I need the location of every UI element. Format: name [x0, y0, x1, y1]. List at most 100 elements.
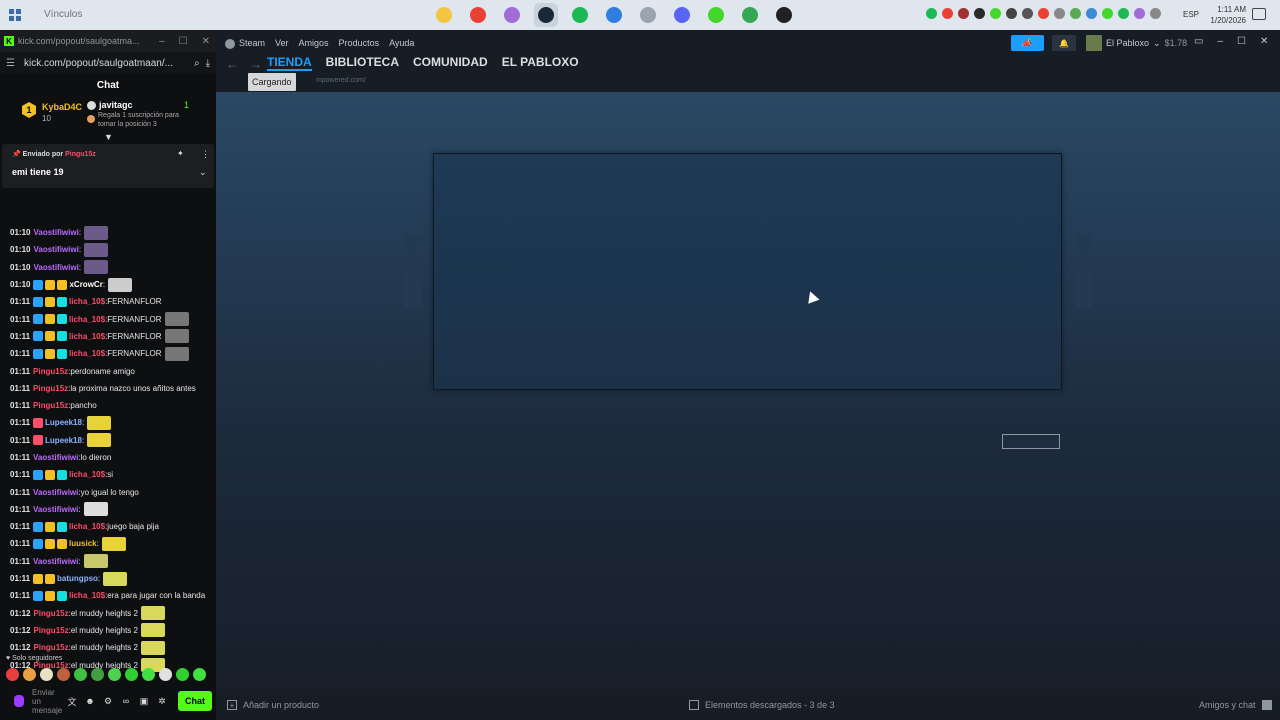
chrome-icon[interactable] [466, 3, 490, 27]
menu-steam[interactable]: Steam [225, 38, 265, 49]
chat-message[interactable]: 01:11 licha_10$: FERNANFLOR [0, 328, 216, 345]
quick-emote-icon[interactable] [23, 668, 36, 681]
chat-message[interactable]: 01:11 licha_10$: si [0, 466, 216, 483]
message-username[interactable]: Vaostifiwiwi [33, 245, 78, 254]
account-menu[interactable]: El Pabloxo ⌄ $1.78 [1086, 35, 1187, 51]
tray-icon[interactable] [1086, 8, 1097, 19]
emote-icon[interactable] [140, 640, 165, 655]
quick-emote-icon[interactable] [193, 668, 206, 681]
tray-icon[interactable] [942, 8, 953, 19]
tray-icon[interactable] [990, 8, 1001, 19]
close-icon[interactable]: ✕ [1260, 36, 1268, 47]
chat-message[interactable]: 01:10 Vaostifiwiwi: [0, 224, 216, 241]
discord-icon[interactable] [670, 3, 694, 27]
carousel-prev-button[interactable] [404, 235, 422, 307]
chat-message[interactable]: 01:11 batungpso: [0, 570, 216, 587]
leaderboard-toggle[interactable]: ▼ [0, 132, 216, 144]
infinity-icon[interactable]: ∞ [120, 695, 132, 707]
forward-arrow-icon[interactable]: → [250, 57, 262, 71]
quick-emote-icon[interactable] [91, 668, 104, 681]
maximize-icon[interactable]: ☐ [179, 36, 188, 47]
message-username[interactable]: Vaostifiwiwi [33, 453, 78, 462]
chat-message[interactable]: 01:11 luusick: [0, 535, 216, 552]
menu-productos[interactable]: Productos [339, 38, 380, 49]
language-indicator[interactable]: ESP [1183, 10, 1199, 19]
tab-comunidad[interactable]: COMUNIDAD [413, 55, 488, 71]
photos-icon[interactable] [636, 3, 660, 27]
message-username[interactable]: Pingu15z [33, 643, 68, 652]
tray-icon[interactable] [1118, 8, 1129, 19]
gear-icon[interactable]: ✲ [156, 695, 168, 707]
translate-icon[interactable]: 文 [66, 695, 78, 707]
emote-icon[interactable] [164, 346, 189, 361]
tab-el-pabloxo[interactable]: EL PABLOXO [502, 55, 579, 71]
emote-icon[interactable] [108, 277, 133, 292]
emote-icon[interactable] [84, 260, 109, 275]
tab-tienda[interactable]: TIENDA [267, 55, 312, 71]
message-username[interactable]: Pingu15z [33, 367, 68, 376]
chat-message[interactable]: 01:11 Lupeek18: [0, 432, 216, 449]
pin-icon[interactable]: ✦ [177, 149, 184, 158]
store-banner-placeholder[interactable] [433, 153, 1062, 390]
quick-emote-icon[interactable] [159, 668, 172, 681]
chat-message[interactable]: 01:11 licha_10$: FERNANFLOR [0, 345, 216, 362]
minimize-icon[interactable]: – [159, 36, 165, 47]
message-username[interactable]: licha_10$ [69, 315, 105, 324]
message-username[interactable]: licha_10$ [69, 522, 105, 531]
emote-icon[interactable] [84, 225, 109, 240]
menu-amigos[interactable]: Amigos [299, 38, 329, 49]
chat-input[interactable]: Enviar un mensaje [32, 688, 62, 715]
carousel-next-button[interactable] [1076, 235, 1092, 307]
maximize-icon[interactable]: ☐ [1237, 36, 1246, 47]
tray-icon[interactable] [1150, 8, 1161, 19]
minimize-icon[interactable]: – [1217, 36, 1223, 47]
quick-emote-icon[interactable] [108, 668, 121, 681]
message-username[interactable]: Vaostifiwiwi [33, 557, 78, 566]
back-arrow-icon[interactable]: ← [226, 57, 238, 71]
chat-message[interactable]: 01:12 Pingu15z: el muddy heights 2 [0, 605, 216, 622]
message-username[interactable]: Vaostifiwiwi [33, 505, 78, 514]
download-icon[interactable]: ⤓ [206, 58, 210, 69]
downloads-button[interactable]: Elementos descargados - 3 de 3 [689, 700, 835, 710]
tray-icon[interactable] [1070, 8, 1081, 19]
message-username[interactable]: licha_10$ [69, 591, 105, 600]
tray-icon[interactable] [974, 8, 985, 19]
message-username[interactable]: Vaostifiwiwi [33, 263, 78, 272]
tab-biblioteca[interactable]: BIBLIOTECA [326, 55, 399, 71]
store-icon[interactable] [602, 3, 626, 27]
store-placeholder-box[interactable] [1002, 434, 1060, 449]
copilot-icon[interactable] [500, 3, 524, 27]
message-username[interactable]: Lupeek18 [45, 436, 82, 445]
emote-icon[interactable] [140, 623, 165, 638]
tray-icon[interactable] [1054, 8, 1065, 19]
chat-message[interactable]: 01:11 Vaostifiwiwi: [0, 553, 216, 570]
emote-icon[interactable] [103, 571, 128, 586]
message-username[interactable]: Pingu15z [33, 384, 68, 393]
site-settings-icon[interactable]: ☰ [6, 58, 18, 69]
tray-icon[interactable] [1006, 8, 1017, 19]
leader-name[interactable]: KybaD4C [42, 102, 82, 112]
chevron-down-icon[interactable]: ⌄ [199, 167, 207, 178]
message-username[interactable]: Pingu15z [33, 609, 68, 618]
chat-message[interactable]: 01:10 xCrowCr: [0, 276, 216, 293]
friends-chat-button[interactable]: Amigos y chat [1199, 700, 1272, 710]
more-options-icon[interactable]: ⋮ [201, 149, 210, 160]
obs-icon[interactable] [772, 3, 796, 27]
message-username[interactable]: Pingu15z [33, 626, 68, 635]
tray-icon[interactable] [1134, 8, 1145, 19]
emote-icon[interactable] [164, 329, 189, 344]
quick-emote-icon[interactable] [57, 668, 70, 681]
notifications-bell-icon[interactable]: 🔔 [1052, 35, 1076, 51]
tray-icon[interactable] [926, 8, 937, 19]
chat-message[interactable]: 01:11 licha_10$: juego baja pija [0, 518, 216, 535]
emote-icon[interactable] [83, 502, 108, 517]
big-picture-icon[interactable]: ▭ [1194, 36, 1203, 47]
message-username[interactable]: Pingu15z [33, 401, 68, 410]
emote-icon[interactable] [140, 606, 165, 621]
chat-message[interactable]: 01:11 licha_10$: era para jugar con la ba… [0, 587, 216, 604]
quick-emote-icon[interactable] [142, 668, 155, 681]
message-username[interactable]: luusick [69, 539, 97, 548]
quick-emote-icon[interactable] [176, 668, 189, 681]
emoji-icon[interactable]: ☻ [84, 695, 96, 707]
clock[interactable]: 1:11 AM 1/20/2026 [1200, 4, 1246, 26]
